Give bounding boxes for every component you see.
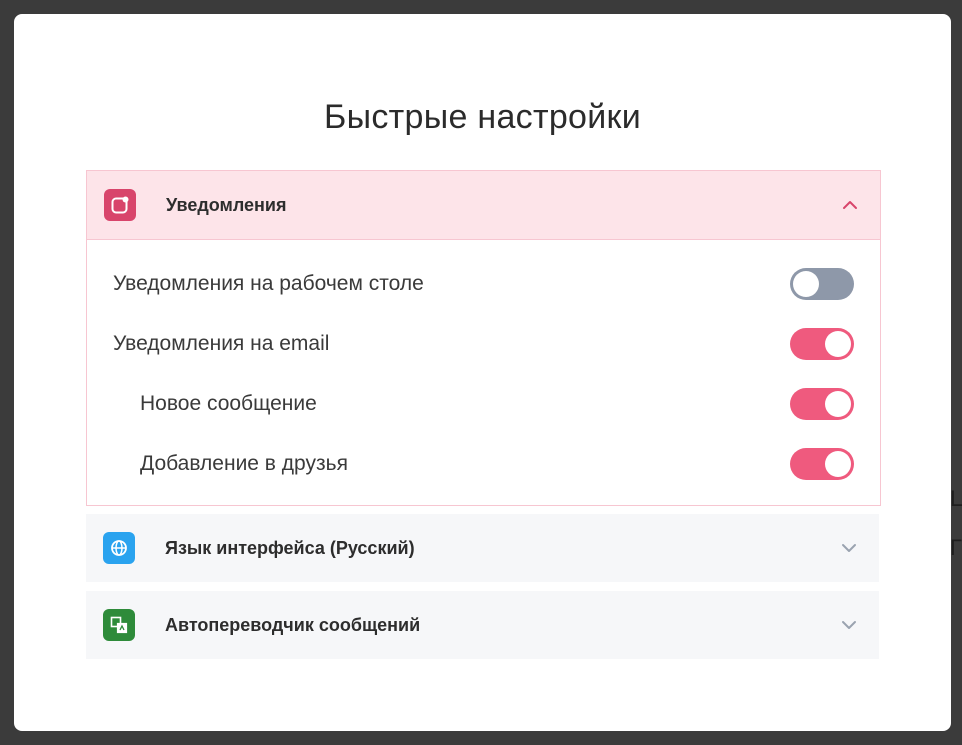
setting-row-desktop-notifications: Уведомления на рабочем столе (87, 264, 880, 304)
setting-label: Уведомления на рабочем столе (113, 272, 424, 295)
background-text-fragment: Г (950, 535, 962, 560)
section-translator-header[interactable]: Автопереводчик сообщений (86, 591, 879, 659)
translate-icon (103, 609, 135, 641)
section-translator: Автопереводчик сообщений (86, 591, 879, 659)
chevron-down-icon[interactable] (839, 538, 859, 558)
globe-icon (103, 532, 135, 564)
section-language: Язык интерфейса (Русский) (86, 514, 879, 582)
setting-label: Новое сообщение (140, 392, 317, 415)
desktop-notifications-toggle[interactable] (790, 268, 854, 300)
chevron-up-icon[interactable] (840, 195, 860, 215)
email-notifications-toggle[interactable] (790, 328, 854, 360)
background-text-fragment: Ц (950, 486, 962, 511)
notification-badge-icon (104, 189, 136, 221)
toggle-knob (825, 451, 851, 477)
section-translator-label: Автопереводчик сообщений (165, 614, 421, 635)
section-language-header[interactable]: Язык интерфейса (Русский) (86, 514, 879, 582)
setting-row-new-message: Новое сообщение (87, 384, 880, 424)
new-message-toggle[interactable] (790, 388, 854, 420)
setting-label: Уведомления на email (113, 332, 330, 355)
toggle-knob (793, 271, 819, 297)
section-language-label: Язык интерфейса (Русский) (165, 537, 415, 558)
section-notifications-label: Уведомления (166, 194, 287, 215)
section-notifications: Уведомления Уведомления на рабочем столе… (86, 170, 881, 506)
quick-settings-dialog: Быстрые настройки Уведомления Уведомлени… (14, 14, 951, 731)
friend-request-toggle[interactable] (790, 448, 854, 480)
toggle-knob (825, 331, 851, 357)
toggle-knob (825, 391, 851, 417)
section-notifications-header[interactable]: Уведомления (87, 171, 880, 240)
dialog-title: Быстрые настройки (323, 98, 642, 136)
setting-row-friend-request: Добавление в друзья (87, 444, 880, 484)
setting-label: Добавление в друзья (140, 452, 348, 475)
chevron-down-icon[interactable] (839, 615, 859, 635)
setting-row-email-notifications: Уведомления на email (87, 324, 880, 364)
